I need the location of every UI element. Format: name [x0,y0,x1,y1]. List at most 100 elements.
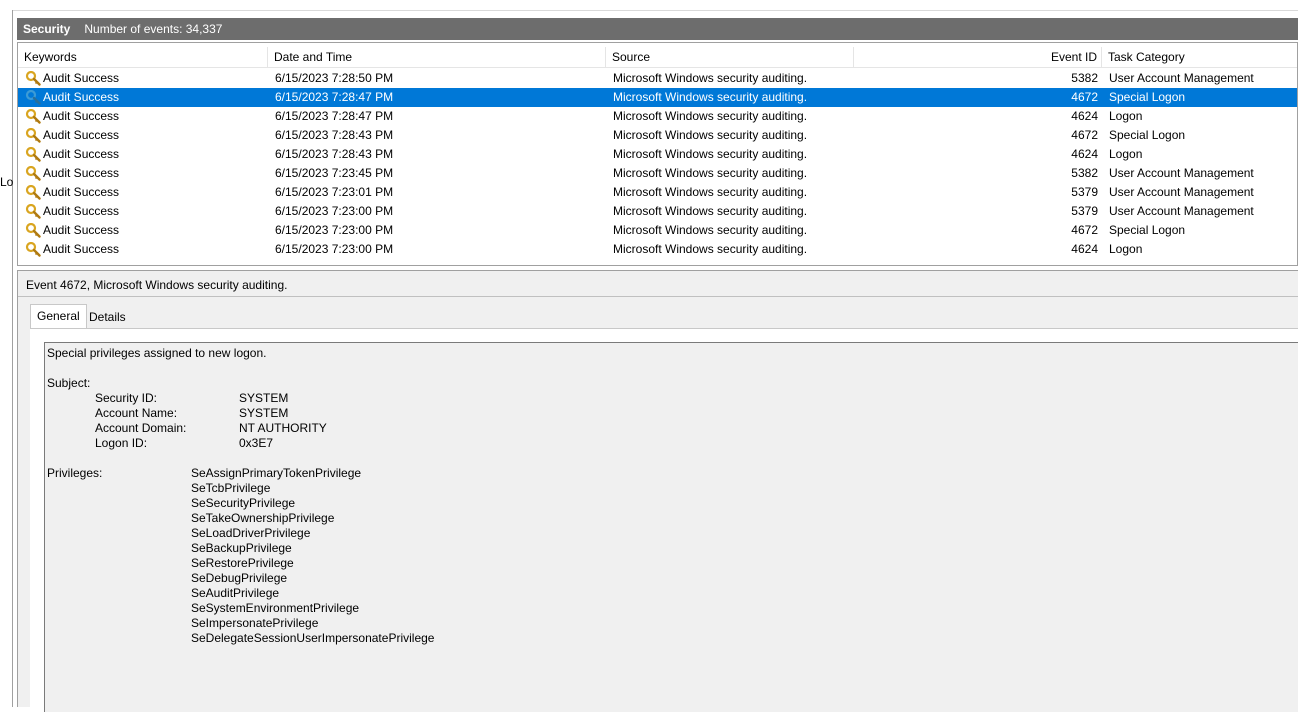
table-row[interactable]: Audit Success 6/15/2023 7:28:47 PM Microso… [18,88,1297,107]
cell-date: 6/15/2023 7:28:43 PM [275,147,394,161]
cell-keywords: Audit Success [43,109,120,123]
cell-source: Microsoft Windows security auditing. [613,166,808,180]
subject-field-label: Account Domain: [95,421,187,435]
console-tree-pane[interactable]: Lo [0,10,13,707]
table-row[interactable]: Audit Success 6/15/2023 7:23:01 PM Microso… [18,183,1297,202]
cell-date: 6/15/2023 7:28:50 PM [275,71,394,85]
subject-label: Subject: [47,376,91,390]
tab-general[interactable]: General [30,304,87,329]
key-icon [25,146,41,162]
column-header-event-id[interactable]: Event ID [854,47,1102,68]
table-row[interactable]: Audit Success 6/15/2023 7:23:00 PM Microso… [18,240,1297,259]
cell-keywords: Audit Success [43,223,120,237]
log-title: Security [23,22,71,36]
cell-event-id: 5382 [1071,71,1098,85]
cell-task-category: Logon [1109,147,1143,161]
column-header-date[interactable]: Date and Time [268,47,606,68]
table-row[interactable]: Audit Success 6/15/2023 7:23:00 PM Microso… [18,221,1297,240]
cell-source: Microsoft Windows security auditing. [613,185,808,199]
cell-keywords: Audit Success [43,185,120,199]
cell-date: 6/15/2023 7:23:00 PM [275,242,394,256]
table-row[interactable]: Audit Success 6/15/2023 7:23:00 PM Microso… [18,202,1297,221]
cell-keywords: Audit Success [43,71,120,85]
cell-source: Microsoft Windows security auditing. [613,242,808,256]
key-icon [25,70,41,86]
cell-event-id: 5379 [1071,204,1098,218]
cell-date: 6/15/2023 7:28:43 PM [275,128,394,142]
cell-event-id: 4624 [1071,147,1098,161]
event-list[interactable]: Keywords Date and Time Source Event ID T… [17,42,1298,266]
cell-keywords: Audit Success [43,147,120,161]
cell-event-id: 4672 [1071,90,1098,104]
key-icon [25,241,41,257]
cell-source: Microsoft Windows security auditing. [613,147,808,161]
privilege-item: SeSecurityPrivilege [191,496,296,510]
detail-title: Event 4672, Microsoft Windows security a… [26,278,288,292]
privileges-label: Privileges: [47,466,103,480]
cell-event-id: 4624 [1071,242,1098,256]
cell-date: 6/15/2023 7:23:01 PM [275,185,394,199]
subject-field-value: 0x3E7 [239,436,274,450]
event-description-box[interactable]: Special privileges assigned to new logon… [44,342,1298,712]
privilege-item: SeAssignPrimaryTokenPrivilege [191,466,362,480]
privilege-item: SeBackupPrivilege [191,541,292,555]
event-rows: Audit Success 6/15/2023 7:28:50 PM Microso… [18,69,1297,259]
cell-task-category: Special Logon [1109,223,1186,237]
description-text: Special privileges assigned to new logon… [47,346,267,360]
column-header-keywords[interactable]: Keywords [18,47,268,68]
table-row[interactable]: Audit Success 6/15/2023 7:28:47 PM Microso… [18,107,1297,126]
cell-date: 6/15/2023 7:28:47 PM [275,109,394,123]
cell-keywords: Audit Success [43,204,120,218]
event-viewer-window: Lo Security Number of events: 34,337 Key… [0,0,1298,712]
cell-task-category: User Account Management [1109,204,1254,218]
cell-event-id: 5382 [1071,166,1098,180]
cell-date: 6/15/2023 7:23:00 PM [275,204,394,218]
cell-source: Microsoft Windows security auditing. [613,128,808,142]
top-strip [0,0,1298,11]
cell-event-id: 4672 [1071,128,1098,142]
divider [18,296,1298,297]
privilege-item: SeDebugPrivilege [191,571,288,585]
privilege-item: SeLoadDriverPrivilege [191,526,311,540]
table-row[interactable]: Audit Success 6/15/2023 7:28:50 PM Microso… [18,69,1297,88]
table-row[interactable]: Audit Success 6/15/2023 7:28:43 PM Microso… [18,145,1297,164]
cell-keywords: Audit Success [43,90,120,104]
key-icon [25,203,41,219]
privilege-item: SeDelegateSessionUserImpersonatePrivileg… [191,631,435,645]
cell-date: 6/15/2023 7:28:47 PM [275,90,394,104]
cell-keywords: Audit Success [43,242,120,256]
key-icon [25,184,41,200]
cell-keywords: Audit Success [43,166,120,180]
cell-source: Microsoft Windows security auditing. [613,204,808,218]
privilege-item: SeTakeOwnershipPrivilege [191,511,335,525]
key-icon [25,165,41,181]
subject-field-value: SYSTEM [239,406,289,420]
tab-details[interactable]: Details [83,306,132,328]
cell-task-category: User Account Management [1109,185,1254,199]
tree-item-label[interactable]: Lo [0,175,13,189]
privilege-item: SeImpersonatePrivilege [191,616,319,630]
column-header-row: Keywords Date and Time Source Event ID T… [18,47,1297,68]
table-row[interactable]: Audit Success 6/15/2023 7:28:43 PM Microso… [18,126,1297,145]
cell-event-id: 5379 [1071,185,1098,199]
key-icon [25,108,41,124]
key-icon [25,89,41,105]
subject-field-label: Logon ID: [95,436,148,450]
privilege-item: SeSystemEnvironmentPrivilege [191,601,360,615]
cell-task-category: Logon [1109,242,1143,256]
table-row[interactable]: Audit Success 6/15/2023 7:23:45 PM Microso… [18,164,1297,183]
subject-field-label: Security ID: [95,391,158,405]
cell-task-category: Special Logon [1109,128,1186,142]
cell-task-category: Logon [1109,109,1143,123]
cell-source: Microsoft Windows security auditing. [613,223,808,237]
key-icon [25,127,41,143]
general-tab-content: Special privileges assigned to new logon… [30,328,1298,712]
cell-task-category: Special Logon [1109,90,1186,104]
column-header-task-category[interactable]: Task Category [1102,47,1297,68]
column-header-source[interactable]: Source [606,47,854,68]
cell-task-category: User Account Management [1109,166,1254,180]
cell-source: Microsoft Windows security auditing. [613,109,808,123]
cell-event-id: 4624 [1071,109,1098,123]
cell-date: 6/15/2023 7:23:00 PM [275,223,394,237]
cell-event-id: 4672 [1071,223,1098,237]
